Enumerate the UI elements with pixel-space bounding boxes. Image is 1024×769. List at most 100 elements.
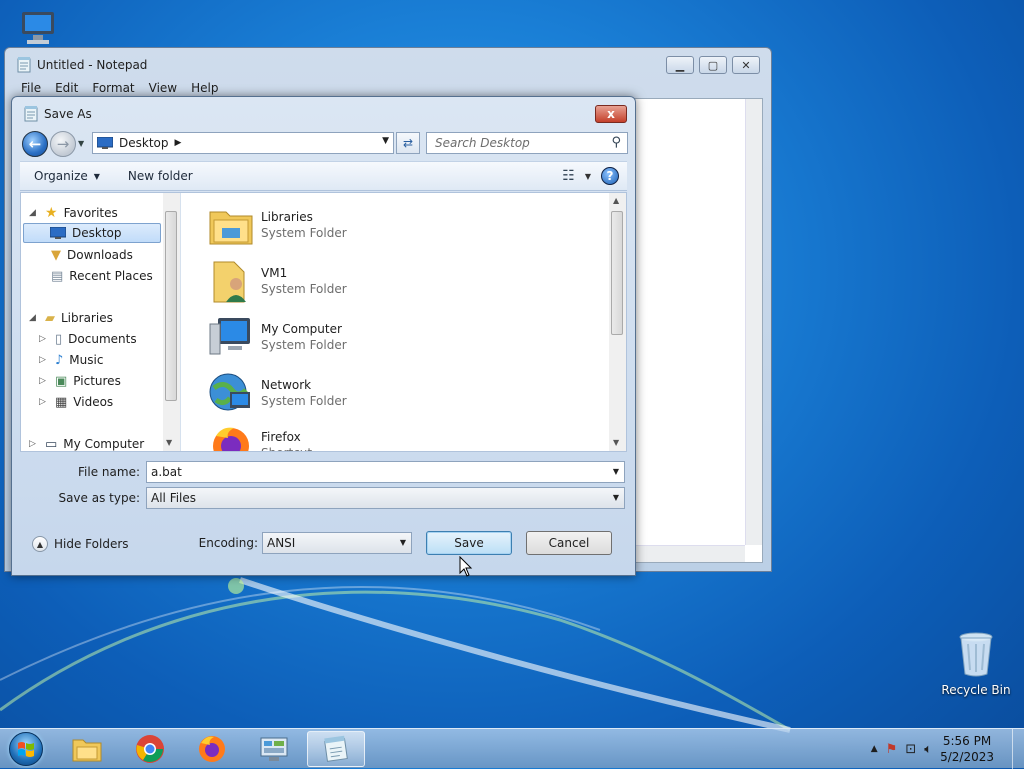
hide-folders-button[interactable]: ▲ Hide Folders xyxy=(32,536,129,552)
menu-view[interactable]: View xyxy=(149,81,177,95)
scroll-up-icon[interactable]: ▲ xyxy=(613,196,619,205)
show-desktop-button[interactable] xyxy=(1012,729,1024,769)
file-list-scroll-thumb[interactable] xyxy=(611,211,623,335)
back-arrow-icon: ← xyxy=(28,135,42,153)
expand-icon[interactable]: ▷ xyxy=(39,376,49,386)
chevron-down-icon[interactable]: ▼ xyxy=(613,467,619,476)
tree-label: Favorites xyxy=(63,206,118,220)
expand-icon[interactable]: ▷ xyxy=(39,397,49,407)
chevron-up-icon: ▲ xyxy=(32,536,48,552)
cancel-button[interactable]: Cancel xyxy=(526,531,612,555)
tree-item-recent-places[interactable]: ▤ Recent Places xyxy=(51,266,153,286)
expand-icon[interactable]: ▷ xyxy=(29,439,39,449)
tree-label: Pictures xyxy=(73,374,121,388)
dialog-close-button[interactable]: x xyxy=(595,105,627,123)
action-center-icon[interactable]: ⚑ xyxy=(886,742,898,757)
breadcrumb-arrow-icon[interactable]: ▶ xyxy=(175,138,182,148)
address-bar[interactable]: Desktop ▶ ▼ xyxy=(92,132,394,154)
desktop-icon-recycle-bin[interactable]: Recycle Bin xyxy=(940,630,1012,697)
notepad-title: Untitled - Notepad xyxy=(37,58,148,72)
minimize-button[interactable]: ▁ xyxy=(666,56,694,74)
forward-button[interactable]: → xyxy=(50,131,76,157)
close-icon: ✕ xyxy=(741,58,751,72)
menu-help[interactable]: Help xyxy=(191,81,218,95)
notepad-titlebar: Untitled - Notepad xyxy=(17,57,147,73)
new-folder-button[interactable]: New folder xyxy=(114,169,207,183)
refresh-button[interactable]: ⇄ xyxy=(396,132,420,154)
back-button[interactable]: ← xyxy=(22,131,48,157)
save-button[interactable]: Save xyxy=(426,531,512,555)
menu-file[interactable]: File xyxy=(21,81,41,95)
tree-item-videos[interactable]: ▷ ▦ Videos xyxy=(39,392,113,412)
address-dropdown-icon[interactable]: ▼ xyxy=(382,136,389,146)
file-item-my-computer[interactable]: My Computer System Folder xyxy=(207,311,347,363)
tree-item-favorites[interactable]: ◢ ★ Favorites xyxy=(29,203,118,223)
file-name-value: a.bat xyxy=(151,465,182,479)
start-button[interactable] xyxy=(4,730,48,768)
file-item-firefox[interactable]: Firefox Shortcut xyxy=(207,419,312,451)
tree-item-pictures[interactable]: ▷ ▣ Pictures xyxy=(39,371,121,391)
tree-item-libraries[interactable]: ◢ ▰ Libraries xyxy=(29,308,113,328)
organize-button[interactable]: Organize ▼ xyxy=(20,169,114,183)
recent-pages-dropdown[interactable]: ▼ xyxy=(78,139,84,148)
file-list-scrollbar[interactable]: ▲ ▼ xyxy=(609,193,626,451)
search-input[interactable]: Search Desktop ⚲ xyxy=(426,132,628,154)
save-as-dialog: Save As x ← → ▼ Desktop ▶ ▼ ⇄ Search Des… xyxy=(11,96,636,576)
file-name: My Computer xyxy=(261,322,342,336)
tree-scroll-thumb[interactable] xyxy=(165,211,177,401)
maximize-button[interactable]: ▢ xyxy=(699,56,727,74)
recycle-bin-label: Recycle Bin xyxy=(941,683,1011,697)
volume-icon[interactable]: 🔈︎ xyxy=(924,742,932,757)
forward-arrow-icon: → xyxy=(56,135,70,153)
tree-item-music[interactable]: ▷ ♪ Music xyxy=(39,350,103,370)
file-item-network[interactable]: Network System Folder xyxy=(207,367,347,419)
taskbar-firefox[interactable] xyxy=(183,731,241,767)
expand-icon[interactable]: ▷ xyxy=(39,334,49,344)
file-item-vm1[interactable]: VM1 System Folder xyxy=(207,255,347,307)
file-item-libraries[interactable]: Libraries System Folder xyxy=(207,199,347,251)
clock[interactable]: 5:56 PM 5/2/2023 xyxy=(940,733,994,765)
encoding-select[interactable]: ANSI ▼ xyxy=(262,532,412,554)
scroll-down-icon[interactable]: ▼ xyxy=(166,438,172,447)
close-button[interactable]: ✕ xyxy=(732,56,760,74)
menu-format[interactable]: Format xyxy=(92,81,134,95)
encoding-value: ANSI xyxy=(267,536,296,550)
expand-icon[interactable]: ▷ xyxy=(39,355,49,365)
taskbar-chrome[interactable] xyxy=(121,731,179,767)
close-icon: x xyxy=(607,107,615,121)
windows-logo-icon xyxy=(9,732,43,766)
taskbar-explorer[interactable] xyxy=(58,731,116,767)
taskbar-notepad[interactable] xyxy=(307,731,365,767)
file-name-input[interactable]: a.bat ▼ xyxy=(146,461,625,483)
minimize-icon: ▁ xyxy=(675,58,685,72)
tree-label: My Computer xyxy=(63,437,145,451)
computer-icon: ▭ xyxy=(45,436,58,452)
tree-item-downloads[interactable]: ▼ Downloads xyxy=(51,245,133,265)
file-list: Libraries System Folder VM1 System Folde… xyxy=(189,193,608,451)
save-as-type-select[interactable]: All Files ▼ xyxy=(146,487,625,509)
taskbar-control-panel[interactable] xyxy=(245,731,303,767)
view-dropdown-icon[interactable]: ▼ xyxy=(585,172,591,181)
clock-date: 5/2/2023 xyxy=(940,750,994,764)
firefox-icon xyxy=(213,427,249,451)
menu-edit[interactable]: Edit xyxy=(55,81,78,95)
view-options-icon[interactable]: ☷ xyxy=(562,168,575,184)
tree-item-desktop[interactable]: Desktop xyxy=(23,223,161,243)
dialog-titlebar: Save As xyxy=(24,106,92,122)
music-icon: ♪ xyxy=(55,352,64,368)
chrome-icon xyxy=(136,735,164,763)
collapse-icon[interactable]: ◢ xyxy=(29,313,39,323)
show-hidden-icons-icon[interactable]: ▲ xyxy=(871,744,878,754)
tree-item-my-computer[interactable]: ▷ ▭ My Computer xyxy=(29,434,145,452)
desktop-swirl xyxy=(0,577,791,733)
recent-places-icon: ▤ xyxy=(51,268,64,284)
collapse-icon[interactable]: ◢ xyxy=(29,208,39,218)
notepad-vertical-scrollbar[interactable] xyxy=(745,99,762,545)
network-status-icon[interactable]: ⊡ xyxy=(905,742,916,757)
tree-scrollbar[interactable]: ▼ xyxy=(163,193,180,451)
tree-item-documents[interactable]: ▷ ▯ Documents xyxy=(39,329,137,349)
help-icon[interactable]: ? xyxy=(601,167,619,185)
scroll-down-icon[interactable]: ▼ xyxy=(613,438,619,447)
tree-label: Music xyxy=(69,353,104,367)
mouse-cursor-icon xyxy=(459,556,473,577)
